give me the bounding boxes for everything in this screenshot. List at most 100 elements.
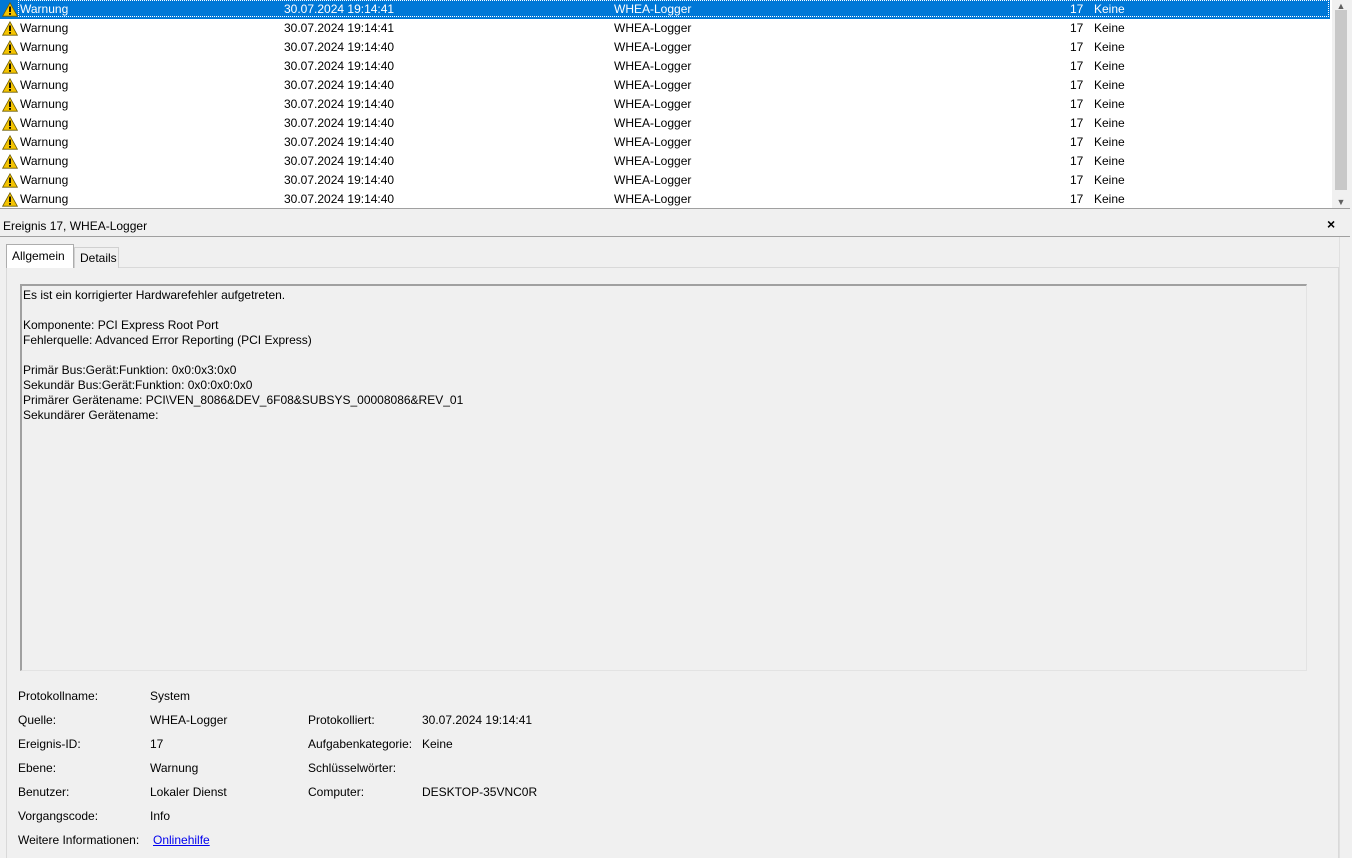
benutzer-value: Lokaler Dienst — [150, 785, 227, 799]
event-list[interactable]: Warnung 30.07.2024 19:14:41 WHEA-Logger 17 K… — [0, 0, 1350, 209]
event-source: WHEA-Logger — [614, 135, 692, 149]
event-description[interactable]: Es ist ein korrigierter Hardwarefehler a… — [20, 284, 1307, 671]
computer-value: DESKTOP-35VNC0R — [422, 785, 538, 799]
detail-title: Ereignis 17, WHEA-Logger — [3, 219, 148, 233]
event-level: Warnung — [20, 97, 69, 111]
event-source: WHEA-Logger — [614, 192, 692, 206]
event-date: 30.07.2024 19:14:40 — [284, 78, 395, 92]
event-id: 17 — [1070, 97, 1084, 111]
warning-icon — [1, 115, 19, 131]
tab-details[interactable]: Details — [74, 247, 119, 268]
description-line: Primär Bus:Gerät:Funktion: 0x0:0x3:0x0 — [23, 363, 237, 377]
scroll-down-icon[interactable]: ▼ — [1332, 196, 1350, 208]
event-row[interactable]: Warnung 30.07.2024 19:14:40 WHEA-Logger 17 K… — [0, 95, 1330, 114]
event-id: 17 — [1070, 192, 1084, 206]
event-source: WHEA-Logger — [614, 78, 692, 92]
event-level: Warnung — [20, 154, 69, 168]
warning-icon — [1, 153, 19, 169]
description-line: Es ist ein korrigierter Hardwarefehler a… — [23, 288, 286, 302]
event-date: 30.07.2024 19:14:40 — [284, 192, 395, 206]
description-line: Primärer Gerätename: PCI\VEN_8086&DEV_6F… — [23, 393, 464, 407]
ereignis-id-label: Ereignis-ID: — [18, 737, 81, 751]
event-date: 30.07.2024 19:14:40 — [284, 97, 395, 111]
protokolliert-label: Protokolliert: — [308, 713, 375, 727]
divider — [0, 236, 1350, 237]
event-row[interactable]: Warnung 30.07.2024 19:14:40 WHEA-Logger 17 K… — [0, 133, 1330, 152]
event-level: Warnung — [20, 192, 69, 206]
event-category: Keine — [1094, 59, 1125, 73]
aufgabenkategorie-label: Aufgabenkategorie: — [308, 737, 413, 751]
event-list-scrollbar[interactable]: ▲ ▼ — [1332, 0, 1350, 208]
event-source: WHEA-Logger — [614, 154, 692, 168]
event-date: 30.07.2024 19:14:40 — [284, 59, 395, 73]
event-category: Keine — [1094, 21, 1125, 35]
event-row[interactable]: Warnung 30.07.2024 19:14:41 WHEA-Logger 17 K… — [0, 19, 1330, 38]
event-id: 17 — [1070, 21, 1084, 35]
description-line: Fehlerquelle: Advanced Error Reporting (… — [23, 333, 312, 347]
event-category: Keine — [1094, 40, 1125, 54]
event-category: Keine — [1094, 97, 1125, 111]
event-level: Warnung — [20, 78, 69, 92]
event-source: WHEA-Logger — [614, 40, 692, 54]
scroll-thumb[interactable] — [1335, 10, 1347, 190]
event-level: Warnung — [20, 2, 69, 16]
event-row[interactable]: Warnung 30.07.2024 19:14:40 WHEA-Logger 17 K… — [0, 114, 1330, 133]
event-row[interactable]: Warnung 30.07.2024 19:14:41 WHEA-Logger 17 K… — [0, 0, 1330, 19]
event-date: 30.07.2024 19:14:41 — [284, 21, 395, 35]
event-source: WHEA-Logger — [614, 97, 692, 111]
event-id: 17 — [1070, 173, 1084, 187]
event-id: 17 — [1070, 78, 1084, 92]
description-line: Komponente: PCI Express Root Port — [23, 318, 219, 332]
warning-icon — [1, 96, 19, 112]
warning-icon — [1, 77, 19, 93]
ebene-value: Warnung — [150, 761, 199, 775]
warning-icon — [1, 191, 19, 207]
event-id: 17 — [1070, 154, 1084, 168]
event-row[interactable]: Warnung 30.07.2024 19:14:40 WHEA-Logger 17 K… — [0, 171, 1330, 190]
event-category: Keine — [1094, 173, 1125, 187]
event-row[interactable]: Warnung 30.07.2024 19:14:40 WHEA-Logger 17 K… — [0, 152, 1330, 171]
description-line: Sekundärer Gerätename: — [23, 408, 159, 422]
event-level: Warnung — [20, 116, 69, 130]
event-source: WHEA-Logger — [614, 59, 692, 73]
tab-allgemein[interactable]: Allgemein — [6, 244, 74, 268]
event-source: WHEA-Logger — [614, 2, 692, 16]
event-source: WHEA-Logger — [614, 21, 692, 35]
event-source: WHEA-Logger — [614, 173, 692, 187]
ebene-label: Ebene: — [18, 761, 57, 775]
warning-icon — [1, 134, 19, 150]
ereignis-id-value: 17 — [150, 737, 164, 751]
onlinehilfe-link[interactable]: Onlinehilfe — [153, 833, 210, 847]
event-row[interactable]: Warnung 30.07.2024 19:14:40 WHEA-Logger 17 K… — [0, 38, 1330, 57]
event-id: 17 — [1070, 40, 1084, 54]
detail-scrollbar[interactable] — [1339, 237, 1351, 858]
event-row[interactable]: Warnung 30.07.2024 19:14:40 WHEA-Logger 17 K… — [0, 76, 1330, 95]
protokolliert-value: 30.07.2024 19:14:41 — [422, 713, 533, 727]
schluesselwoerter-label: Schlüsselwörter: — [308, 761, 397, 775]
vorgangscode-label: Vorgangscode: — [18, 809, 99, 823]
computer-label: Computer: — [308, 785, 365, 799]
event-category: Keine — [1094, 154, 1125, 168]
event-row[interactable]: Warnung 30.07.2024 19:14:40 WHEA-Logger 17 K… — [0, 57, 1330, 76]
event-level: Warnung — [20, 173, 69, 187]
aufgabenkategorie-value: Keine — [422, 737, 453, 751]
quelle-value: WHEA-Logger — [150, 713, 228, 727]
warning-icon — [1, 1, 19, 17]
protokollname-value: System — [150, 689, 191, 703]
event-date: 30.07.2024 19:14:40 — [284, 173, 395, 187]
event-level: Warnung — [20, 21, 69, 35]
event-date: 30.07.2024 19:14:40 — [284, 40, 395, 54]
event-level: Warnung — [20, 135, 69, 149]
event-id: 17 — [1070, 2, 1084, 16]
event-row[interactable]: Warnung 30.07.2024 19:14:40 WHEA-Logger 17 K… — [0, 190, 1330, 208]
event-date: 30.07.2024 19:14:40 — [284, 116, 395, 130]
weitere-informationen-label: Weitere Informationen: — [18, 833, 140, 847]
event-date: 30.07.2024 19:14:41 — [284, 2, 395, 16]
event-source: WHEA-Logger — [614, 116, 692, 130]
vorgangscode-value: Info — [150, 809, 171, 823]
description-line: Sekundär Bus:Gerät:Funktion: 0x0:0x0:0x0 — [23, 378, 253, 392]
benutzer-label: Benutzer: — [18, 785, 70, 799]
quelle-label: Quelle: — [18, 713, 57, 727]
protokollname-label: Protokollname: — [18, 689, 99, 703]
close-icon[interactable]: × — [1327, 216, 1335, 232]
